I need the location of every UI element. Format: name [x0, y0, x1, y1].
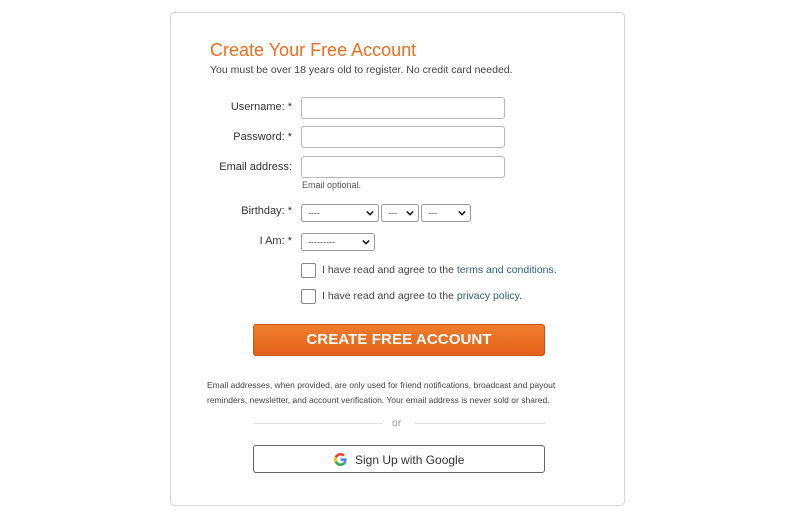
- terms-checkbox[interactable]: [301, 263, 316, 278]
- terms-suffix: .: [553, 264, 557, 276]
- chevron-down-icon: [362, 239, 370, 245]
- chevron-down-icon: [458, 210, 466, 216]
- google-signup-label: Sign Up with Google: [355, 453, 465, 467]
- or-separator: or: [392, 417, 402, 429]
- google-logo-icon: [334, 453, 347, 466]
- terms-link[interactable]: terms and conditions: [457, 264, 554, 276]
- password-label: Password: *: [233, 131, 292, 143]
- email-usage-note: Email addresses, when provided, are only…: [207, 380, 556, 405]
- birthday-day-value: ---: [388, 208, 397, 218]
- chevron-down-icon: [406, 210, 414, 216]
- username-input[interactable]: [301, 97, 505, 119]
- page-title: Create Your Free Account: [210, 40, 417, 60]
- birthday-month-select[interactable]: ----: [301, 204, 379, 222]
- privacy-prefix: I have read and agree to the: [322, 290, 457, 302]
- privacy-suffix: .: [519, 290, 523, 302]
- password-input[interactable]: [301, 126, 505, 148]
- terms-prefix: I have read and agree to the: [322, 264, 457, 276]
- google-signup-button[interactable]: Sign Up with Google: [253, 445, 545, 473]
- page-subtitle: You must be over 18 years old to registe…: [210, 64, 513, 76]
- divider-right: [415, 423, 545, 424]
- chevron-down-icon: [366, 210, 374, 216]
- birthday-year-select[interactable]: ---: [421, 204, 471, 222]
- iam-select[interactable]: ---------: [301, 233, 375, 251]
- email-input[interactable]: [301, 156, 505, 178]
- privacy-checkbox[interactable]: [301, 289, 316, 304]
- birthday-day-select[interactable]: ---: [381, 204, 419, 222]
- birthday-month-value: ----: [308, 208, 320, 218]
- iam-value: ---------: [308, 237, 335, 247]
- divider-left: [253, 423, 383, 424]
- username-label: Username: *: [230, 101, 292, 113]
- privacy-text: I have read and agree to the privacy pol…: [322, 290, 522, 302]
- privacy-link[interactable]: privacy policy: [457, 290, 519, 302]
- terms-text: I have read and agree to the terms and c…: [322, 264, 557, 276]
- email-label: Email address:: [219, 161, 292, 173]
- create-account-button[interactable]: CREATE FREE ACCOUNT: [253, 324, 545, 356]
- iam-label: I Am: *: [259, 235, 292, 247]
- birthday-label: Birthday: *: [241, 205, 292, 217]
- birthday-year-value: ---: [428, 208, 437, 218]
- signup-card: Create Your Free Account You must be ove…: [170, 12, 625, 506]
- email-hint: Email optional.: [302, 180, 362, 190]
